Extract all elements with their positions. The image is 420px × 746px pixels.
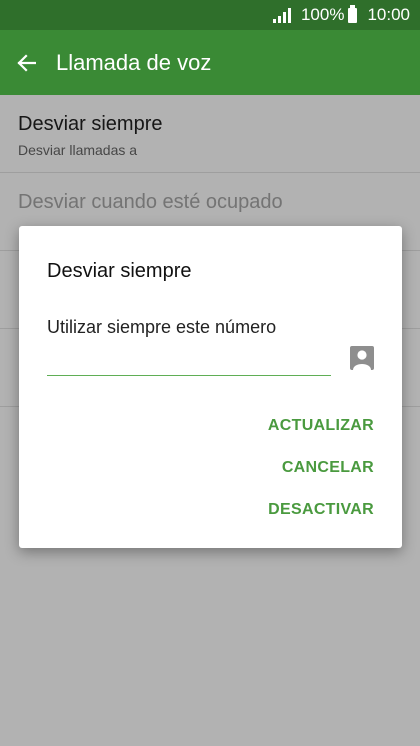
update-button[interactable]: ACTUALIZAR [268,417,374,435]
page-title: Llamada de voz [56,49,212,75]
signal-icon [272,7,293,23]
dialog-title: Desviar siempre [47,260,192,282]
contact-icon[interactable] [350,346,374,370]
battery-icon [348,4,358,23]
battery-percentage: 100% [300,5,345,24]
cancel-button[interactable]: CANCELAR [282,459,374,477]
contact-icon-svg [353,350,371,370]
number-field-label: Utilizar siempre este número [47,317,277,337]
forward-dialog: Desviar siempre Utilizar siempre este nú… [19,226,402,548]
disable-button[interactable]: DESACTIVAR [268,501,374,519]
back-arrow-icon[interactable] [16,53,42,73]
status-bar: 100% 10:00 [0,0,420,30]
clock: 10:00 [367,5,410,24]
phone-number-input[interactable] [47,341,331,376]
app-bar: Llamada de voz [0,30,420,95]
back-arrow-svg [17,53,36,72]
